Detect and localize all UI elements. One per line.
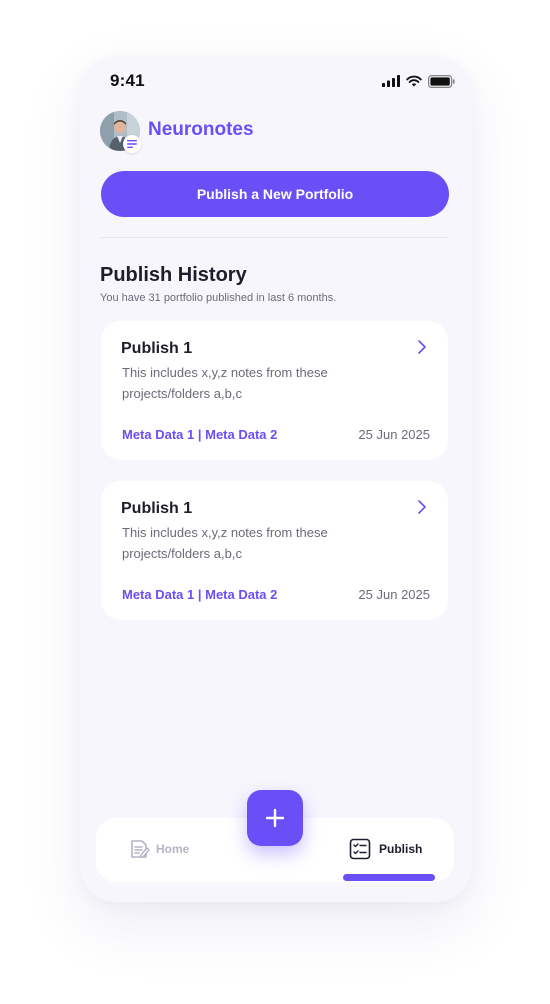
- card-date: 25 Jun 2025: [358, 587, 430, 602]
- card-title: Publish 1: [121, 340, 193, 357]
- section-subtitle: You have 31 portfolio published in last …: [100, 292, 337, 304]
- nav-home[interactable]: Home: [128, 838, 189, 860]
- nav-home-label: Home: [156, 842, 190, 856]
- section-title: Publish History: [100, 264, 247, 286]
- avatar-badge: [123, 135, 141, 153]
- active-tab-indicator: [343, 874, 435, 881]
- notes-icon: [127, 140, 137, 148]
- signal-icon: [382, 75, 400, 87]
- plus-icon: [265, 808, 285, 828]
- checklist-icon: [349, 838, 371, 860]
- battery-icon: [428, 74, 455, 88]
- card-meta[interactable]: Meta Data 1 | Meta Data 2: [122, 427, 277, 442]
- card-description: This includes x,y,z notes from these pro…: [122, 525, 328, 561]
- card-meta[interactable]: Meta Data 1 | Meta Data 2: [122, 587, 277, 602]
- status-icons: [382, 73, 455, 89]
- chevron-right-icon[interactable]: [416, 499, 428, 515]
- publish-new-portfolio-button[interactable]: Publish a New Portfolio: [101, 171, 449, 217]
- app-title: Neuronotes: [148, 119, 254, 140]
- card-description: This includes x,y,z notes from these pro…: [122, 365, 328, 401]
- publish-card[interactable]: Publish 1 This includes x,y,z notes from…: [101, 481, 448, 620]
- wifi-icon: [406, 75, 422, 87]
- publish-card[interactable]: Publish 1 This includes x,y,z notes from…: [101, 321, 448, 460]
- nav-publish-label: Publish: [379, 842, 423, 856]
- card-date: 25 Jun 2025: [358, 427, 430, 442]
- card-title: Publish 1: [121, 500, 193, 517]
- nav-publish[interactable]: Publish: [349, 838, 422, 860]
- divider: [100, 237, 448, 238]
- status-time: 9:41: [110, 71, 145, 90]
- home-notebook-icon: [131, 840, 150, 859]
- chevron-right-icon[interactable]: [416, 339, 428, 355]
- add-button[interactable]: [247, 790, 303, 846]
